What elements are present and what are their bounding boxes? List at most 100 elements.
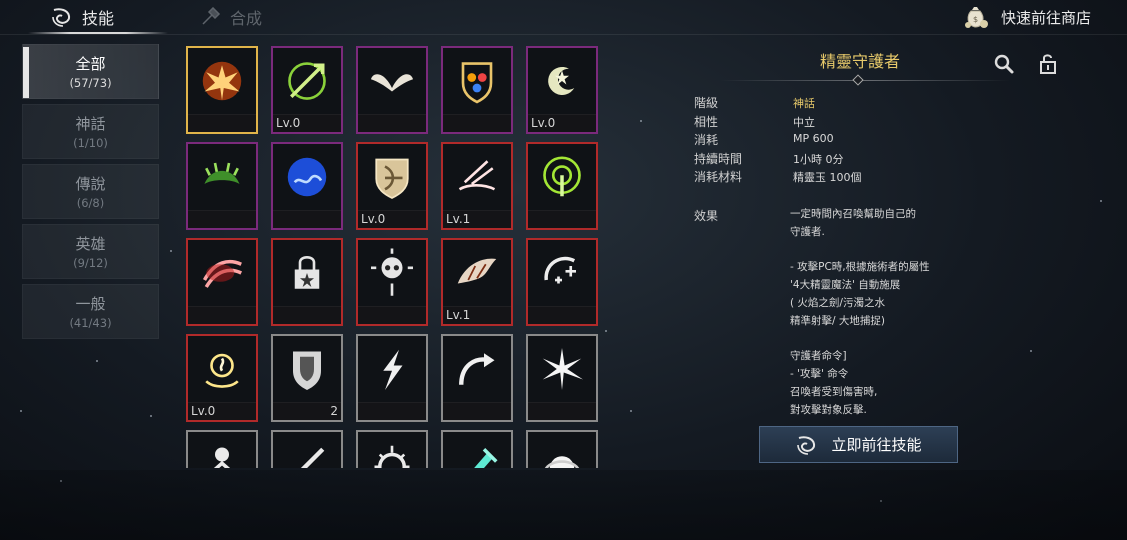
arrow-storm-icon (458, 160, 496, 191)
skill-label-bar (443, 114, 511, 132)
category-item[interactable]: 傳說 (6/8) (22, 164, 159, 219)
attr-value: 1小時 0分 (793, 152, 844, 166)
star-lock-icon (294, 255, 320, 289)
radar-arrow-icon (543, 156, 581, 197)
skill-slot[interactable] (356, 238, 428, 326)
category-item[interactable]: 全部 (57/73) (22, 44, 159, 99)
skill-slot[interactable] (186, 238, 258, 326)
skill-slot[interactable]: Lv.0 (271, 46, 343, 134)
skill-count: 2 (330, 404, 338, 418)
attr-value: 神話 (793, 97, 815, 110)
top-divider (0, 34, 1127, 35)
attr-label: 相性 (694, 114, 719, 129)
skill-slot[interactable] (526, 430, 598, 468)
effect-line: 精準射擊/ 大地捕捉) (790, 314, 885, 327)
tab-craft[interactable]: 合成 (200, 0, 262, 34)
category-name: 神話 (75, 115, 106, 133)
skill-icon-area (358, 240, 426, 306)
skill-icon-area (528, 48, 596, 114)
go-to-skill-button[interactable]: 立即前往技能 (759, 426, 958, 463)
money-bag-icon: $ (964, 7, 988, 28)
effect-line: 對攻擊對象反擊. (790, 403, 867, 416)
skill-slot[interactable] (271, 238, 343, 326)
attr-value: 中立 (793, 115, 815, 129)
skill-slot[interactable] (271, 142, 343, 230)
skill-slot[interactable]: Lv.0 (356, 142, 428, 230)
category-list: 全部 (57/73) 神話 (1/10) 傳說 (6/8) 英雄 (9/12) 一般 (41/43… (22, 44, 159, 344)
skill-slot[interactable] (186, 430, 258, 468)
swirl-icon (797, 435, 816, 455)
attr-label: 消耗材料 (694, 170, 743, 184)
quick-shop-label: 快速前往商店 (1000, 8, 1091, 27)
category-name: 一般 (75, 295, 106, 313)
skill-slot[interactable] (186, 142, 258, 230)
skill-slot[interactable] (441, 430, 513, 468)
skill-level: Lv.0 (531, 116, 556, 130)
unlock-icon (1040, 54, 1056, 74)
skill-slot[interactable] (186, 46, 258, 134)
lock-button[interactable] (1036, 52, 1060, 76)
skill-grid: Lv.0 Lv.0 Lv.0 Lv.1 Lv.1 Lv.0 2 (180, 42, 610, 468)
search-button[interactable] (992, 52, 1016, 76)
skill-icon-area (443, 336, 511, 402)
effect-line: '4大精靈魔法' 自動施展 (790, 279, 901, 292)
category-item[interactable]: 神話 (1/10) (22, 104, 159, 159)
skill-slot[interactable] (271, 430, 343, 468)
attr-label: 持續時間 (694, 151, 743, 166)
skill-slot[interactable]: 2 (271, 334, 343, 422)
svg-text:$: $ (973, 15, 978, 24)
skill-label-bar (528, 210, 596, 228)
effect-line: 一定時間內召喚幫助自己的 (790, 208, 916, 220)
orb-icon (545, 456, 579, 468)
go-to-skill-label: 立即前往技能 (831, 436, 922, 454)
skill-label-bar (188, 114, 256, 132)
skill-icon-area (273, 240, 341, 306)
shield-icon (293, 351, 321, 390)
curved-arrow-icon (459, 353, 495, 385)
skill-icon-area (188, 240, 256, 306)
category-count: (9/12) (73, 256, 108, 270)
title-divider (720, 80, 1010, 81)
skill-slot[interactable]: Lv.1 (441, 142, 513, 230)
category-count: (57/73) (69, 76, 112, 90)
gear-sun-icon (374, 445, 410, 468)
category-count: (6/8) (76, 196, 105, 210)
skill-slot[interactable]: Lv.0 (526, 46, 598, 134)
skill-icon-area (443, 240, 511, 306)
skill-slot[interactable] (526, 238, 598, 326)
category-item[interactable]: 英雄 (9/12) (22, 224, 159, 279)
top-bar: 技能 合成 $ 快速前往商店 (0, 0, 1127, 34)
skill-icon-area (528, 336, 596, 402)
skill-label-bar (443, 402, 511, 420)
tab-skills[interactable]: 技能 (50, 0, 114, 34)
claw-slash-icon (202, 260, 243, 288)
skill-icon-area (528, 240, 596, 306)
skill-label-bar: Lv.1 (443, 210, 511, 228)
skill-slot[interactable] (526, 334, 598, 422)
crystal-sword-icon (474, 448, 498, 468)
effect-line: 守護者命令] (790, 350, 847, 363)
dragon-wing-icon (457, 258, 497, 284)
skill-slot[interactable] (441, 334, 513, 422)
skill-slot[interactable] (356, 430, 428, 468)
skill-icon-area (528, 432, 596, 468)
effect-line: - 攻擊PC時,根據施術者的屬性 (790, 261, 930, 274)
skill-slot[interactable] (356, 334, 428, 422)
skill-slot[interactable]: Lv.0 (186, 334, 258, 422)
skill-slot[interactable]: Lv.1 (441, 238, 513, 326)
skill-label-bar (528, 402, 596, 420)
bow-shield-icon (375, 158, 409, 199)
skill-label-bar (358, 402, 426, 420)
skill-slot[interactable] (356, 46, 428, 134)
thorn-vine-icon (204, 162, 240, 184)
category-name: 英雄 (75, 235, 106, 253)
moon-star-icon (548, 66, 575, 95)
skill-title: 精靈守護者 (819, 52, 900, 71)
category-item[interactable]: 一般 (41/43) (22, 284, 159, 339)
skill-slot[interactable] (526, 142, 598, 230)
skill-level: Lv.1 (446, 308, 471, 322)
elemental-shield-icon (461, 62, 493, 104)
skill-slot[interactable] (441, 46, 513, 134)
spirit-summon-icon (205, 353, 239, 388)
quick-shop-button[interactable]: $ 快速前往商店 (961, 2, 1091, 32)
